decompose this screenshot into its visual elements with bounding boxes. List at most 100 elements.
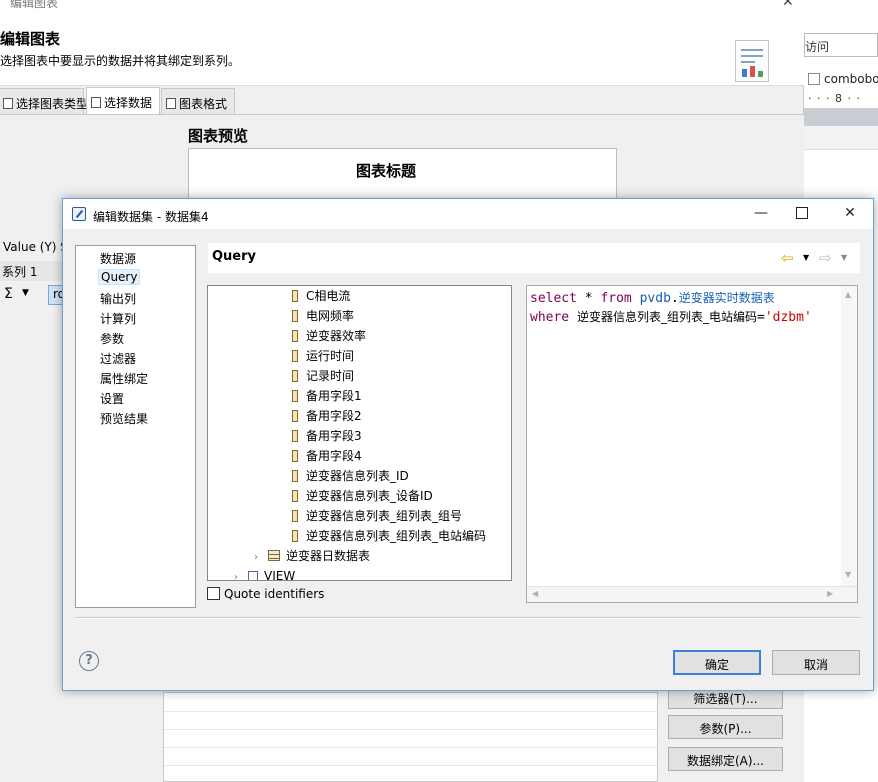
tree-item-label: VIEW: [264, 569, 296, 581]
help-icon[interactable]: ?: [79, 651, 99, 671]
sql-dot: .: [670, 291, 679, 306]
forward-arrow-icon[interactable]: ⇨: [819, 249, 832, 267]
editor-row: [804, 126, 878, 150]
tree-column-item[interactable]: 逆变器信息列表_设备ID: [292, 486, 433, 506]
chart-preview-label: 图表预览: [188, 127, 249, 145]
schema-tree[interactable]: C相电流 电网频率 逆变器效率 运行时间 记录时间 备用字段1 备用字段2 备用…: [207, 285, 512, 581]
tree-item-label: 备用字段4: [306, 449, 362, 463]
sql-editor[interactable]: select * from pvdb.逆变器实时数据表 where 逆变器信息列…: [526, 285, 858, 603]
sql-column: 逆变器信息列表_组列表_电站编码: [576, 310, 757, 324]
nav-item-preview-results[interactable]: 预览结果: [100, 410, 148, 427]
ok-button[interactable]: 确定: [673, 650, 761, 675]
column-icon: [292, 370, 298, 382]
column-icon: [292, 390, 298, 402]
column-icon: [292, 350, 298, 362]
column-icon: [292, 450, 298, 462]
tree-item-label: 逆变器信息列表_设备ID: [306, 489, 433, 503]
scroll-left-icon[interactable]: ◀: [532, 589, 538, 598]
sigma-icon[interactable]: Σ: [4, 286, 13, 302]
nav-item-filters[interactable]: 过滤器: [100, 350, 136, 367]
tree-column-item[interactable]: 逆变器信息列表_组列表_电站编码: [292, 526, 486, 546]
column-icon: [292, 510, 298, 522]
nav-item-output-columns[interactable]: 输出列: [100, 290, 136, 307]
tree-column-item[interactable]: 备用字段4: [292, 446, 362, 466]
tree-column-item[interactable]: C相电流: [292, 286, 350, 306]
tree-column-item[interactable]: 逆变器信息列表_ID: [292, 466, 409, 486]
maximize-icon[interactable]: [796, 207, 808, 219]
data-binding-button[interactable]: 数据绑定(A)...: [668, 747, 783, 771]
palette-item-combobox[interactable]: combobo: [808, 72, 878, 86]
tab-chart-format-label: 图表格式: [179, 97, 228, 111]
sql-line-1: select * from pvdb.逆变器实时数据表: [530, 289, 775, 306]
tree-column-item[interactable]: 备用字段1: [292, 386, 362, 406]
sql-horizontal-scrollbar[interactable]: [527, 586, 857, 602]
combobox-icon: [808, 73, 820, 85]
column-icon: [292, 290, 298, 302]
tab-select-data[interactable]: 选择数据: [86, 87, 160, 115]
chart-type-icon: [3, 98, 13, 109]
quick-access-input[interactable]: 访问: [804, 33, 878, 57]
series-label[interactable]: 系列 1: [0, 261, 64, 281]
chevron-down-icon[interactable]: ▼: [22, 288, 29, 298]
tree-column-item[interactable]: 备用字段2: [292, 406, 362, 426]
nav-item-property-binding[interactable]: 属性绑定: [100, 370, 148, 387]
chart-title: 图表标题: [356, 162, 417, 180]
tree-column-item[interactable]: 运行时间: [292, 346, 354, 366]
scroll-down-icon[interactable]: ▼: [845, 570, 851, 579]
chart-wizard-icon: [735, 40, 769, 82]
close-icon[interactable]: ✕: [842, 205, 858, 221]
scroll-up-icon[interactable]: ▲: [845, 290, 851, 299]
tree-column-item[interactable]: 逆变器效率: [292, 326, 366, 346]
quote-identifiers-label: Quote identifiers: [224, 587, 325, 601]
chevron-right-icon[interactable]: ›: [254, 548, 264, 568]
chart-editor-header: 编辑图表 选择图表中要显示的数据并将其绑定到系列。: [0, 12, 804, 86]
query-header: [208, 243, 860, 273]
sql-vertical-scrollbar[interactable]: [841, 286, 857, 586]
parameters-button[interactable]: 参数(P)...: [668, 715, 783, 739]
tree-column-item[interactable]: 备用字段3: [292, 426, 362, 446]
tree-item-label: 逆变器信息列表_ID: [306, 469, 409, 483]
chart-editor-close-icon[interactable]: ✕: [782, 0, 794, 10]
tree-column-item[interactable]: 逆变器信息列表_组列表_组号: [292, 506, 462, 526]
tree-item-label: C相电流: [306, 289, 351, 303]
tree-item-label: 运行时间: [306, 349, 355, 363]
chevron-down-icon[interactable]: ▼: [803, 253, 809, 262]
app-logo-icon: [72, 207, 86, 221]
sql-keyword: select: [530, 291, 577, 306]
sql-keyword: from: [600, 291, 632, 306]
scroll-right-icon[interactable]: ▶: [827, 589, 833, 598]
tree-item-label: 记录时间: [306, 369, 355, 383]
column-icon: [292, 430, 298, 442]
select-data-icon: [91, 97, 101, 108]
nav-item-data-source[interactable]: 数据源: [100, 250, 136, 267]
ruler: · · · 8 · ·: [808, 92, 861, 105]
data-preview-list: [163, 692, 658, 782]
tree-item-label: 备用字段3: [306, 429, 362, 443]
chevron-right-icon[interactable]: ›: [234, 568, 244, 580]
nav-item-computed-columns[interactable]: 计算列: [100, 310, 136, 327]
quote-identifiers-checkbox[interactable]: Quote identifiers: [207, 587, 324, 601]
nav-item-settings[interactable]: 设置: [100, 390, 124, 407]
column-icon: [292, 310, 298, 322]
chevron-down-icon[interactable]: ▼: [841, 253, 847, 262]
tab-chart-type[interactable]: 选择图表类型: [0, 88, 88, 114]
view-icon: [248, 571, 258, 580]
minimize-icon[interactable]: —: [753, 205, 769, 221]
dataset-nav-list: 数据源 Query 输出列 计算列 参数 过滤器 属性绑定 设置 预览结果: [75, 245, 196, 608]
sql-string: 'dzbm': [764, 310, 812, 325]
back-arrow-icon[interactable]: ⇦: [781, 249, 794, 267]
tree-column-item[interactable]: 记录时间: [292, 366, 354, 386]
tree-column-item[interactable]: 电网频率: [292, 306, 354, 326]
chart-editor-description: 选择图表中要显示的数据并将其绑定到系列。: [0, 54, 241, 68]
nav-item-parameters[interactable]: 参数: [100, 330, 124, 347]
nav-item-query[interactable]: Query: [98, 269, 141, 285]
column-icon: [292, 490, 298, 502]
tab-chart-format[interactable]: 图表格式: [161, 88, 235, 114]
dialog-titlebar: 编辑数据集 - 数据集4 — ✕: [63, 199, 873, 229]
checkbox-icon[interactable]: [207, 587, 220, 600]
chart-editor-title: 编辑图表: [10, 0, 59, 10]
chart-editor-titlebar: 编辑图表: [0, 0, 804, 12]
tree-view-item[interactable]: › VIEW: [234, 566, 296, 581]
tree-table-item[interactable]: › 逆变器日数据表: [254, 546, 370, 566]
cancel-button[interactable]: 取消: [772, 650, 860, 675]
